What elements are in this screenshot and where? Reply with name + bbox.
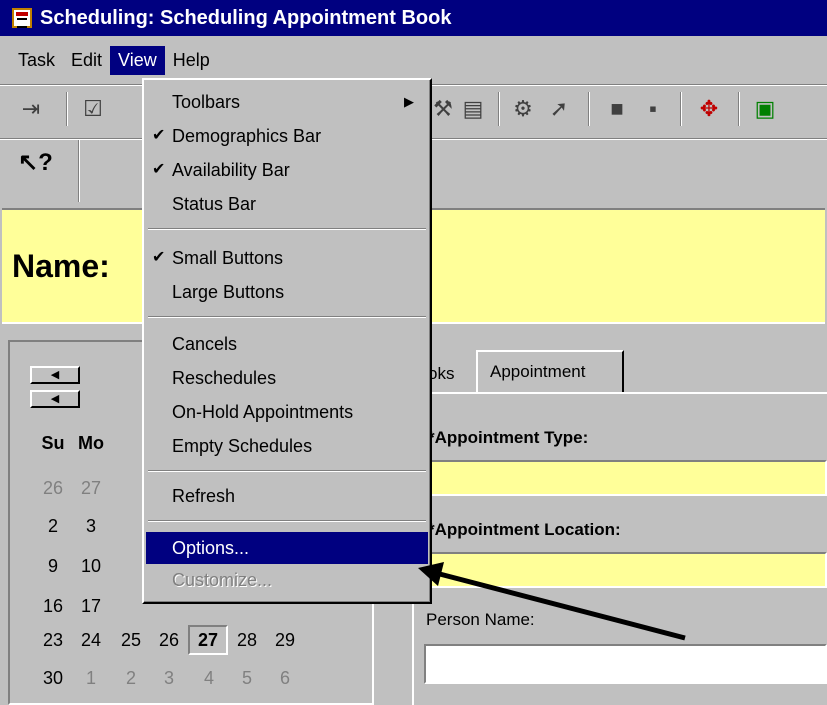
toolbar-separator: [680, 92, 682, 126]
menu-bar: Task Edit View Help: [0, 42, 218, 78]
day-of-week-monday: Mo: [78, 433, 104, 453]
menu-task[interactable]: Task: [0, 46, 63, 75]
checkmark-icon: ✔: [152, 161, 166, 178]
calendar-day[interactable]: 9: [36, 556, 70, 577]
checkmark-icon: ✔: [152, 249, 166, 266]
window-title: Scheduling: Scheduling Appointment Book: [40, 6, 452, 29]
menu-item-toolbars[interactable]: Toolbars ▶: [146, 86, 428, 118]
annotation-arrow-icon: [418, 562, 686, 641]
menu-item-availability-bar[interactable]: ✔ Availability Bar: [146, 154, 428, 186]
menu-item-status-bar[interactable]: Status Bar: [146, 188, 428, 220]
calendar-day[interactable]: 24: [74, 630, 108, 651]
menu-separator: [148, 520, 426, 522]
calendar-day[interactable]: 30: [36, 668, 70, 689]
calendar-day[interactable]: 26: [36, 478, 70, 499]
calendar-day[interactable]: 2: [36, 516, 70, 537]
person-name-field[interactable]: [424, 644, 827, 684]
calendar-day[interactable]: 17: [74, 596, 108, 617]
title-bar[interactable]: Scheduling: Scheduling Appointment Book: [0, 0, 827, 36]
submenu-arrow-icon: ▶: [404, 94, 414, 109]
menu-help[interactable]: Help: [165, 46, 218, 75]
calendar-day[interactable]: 28: [230, 630, 264, 651]
calendar-day[interactable]: 23: [36, 630, 70, 651]
tool-icon[interactable]: ⚒: [430, 96, 456, 122]
calendar-day[interactable]: 2: [114, 668, 148, 689]
menu-item-refresh[interactable]: Refresh: [146, 480, 428, 512]
checklist-icon[interactable]: ☑: [80, 96, 106, 122]
calendar-day[interactable]: 10: [74, 556, 108, 577]
menu-item-on-hold-appointments[interactable]: On-Hold Appointments: [146, 396, 428, 428]
calendar-refresh-icon[interactable]: ▣: [752, 96, 778, 122]
day-of-week-sunday: Su: [41, 433, 65, 453]
application-window: Scheduling: Scheduling Appointment Book …: [0, 0, 827, 705]
menu-item-small-buttons[interactable]: ✔ Small Buttons: [146, 242, 428, 274]
menu-view[interactable]: View: [110, 45, 165, 75]
menu-item-reschedules[interactable]: Reschedules: [146, 362, 428, 394]
calendar-day[interactable]: 4: [192, 668, 226, 689]
name-label: Name:: [12, 248, 110, 284]
menu-edit[interactable]: Edit: [63, 46, 110, 75]
menu-separator: [148, 470, 426, 472]
context-help-icon[interactable]: ↖?: [18, 148, 53, 178]
prev-month-button[interactable]: ◀: [30, 390, 80, 408]
lock-icon[interactable]: ■: [604, 96, 630, 122]
calendar-day[interactable]: 26: [152, 630, 186, 651]
calendar-day[interactable]: 3: [74, 516, 108, 537]
calendar-day[interactable]: 27: [74, 478, 108, 499]
menu-item-customize: Customize...: [172, 570, 273, 590]
refresh-arrows-icon[interactable]: ✥: [696, 96, 722, 122]
menu-item-large-buttons[interactable]: Large Buttons: [146, 276, 428, 308]
calendar-app-icon: [12, 8, 32, 28]
toolbar-separator: [78, 140, 80, 202]
menu-separator: [148, 316, 426, 318]
document-tool-icon[interactable]: ▤: [460, 96, 486, 122]
toolbar-separator: [738, 92, 740, 126]
menu-item-demographics-bar[interactable]: ✔ Demographics Bar: [146, 120, 428, 152]
menu-separator: [148, 228, 426, 230]
unlock-icon[interactable]: ▪: [640, 96, 666, 122]
toolbar-separator: [498, 92, 500, 126]
toolbar-separator: [66, 92, 68, 126]
calendar-day[interactable]: 6: [268, 668, 302, 689]
calendar-day[interactable]: 25: [114, 630, 148, 651]
calendar-day[interactable]: 5: [230, 668, 264, 689]
appointment-type-label: *Appointment Type:: [428, 428, 589, 447]
toolbar-separator: [588, 92, 590, 126]
prev-year-button[interactable]: ◀: [30, 366, 80, 384]
menu-item-cancels[interactable]: Cancels: [146, 328, 428, 360]
appointment-type-field[interactable]: [426, 460, 827, 496]
menu-item-options[interactable]: Options...: [146, 532, 428, 564]
calendar-day[interactable]: 1: [74, 668, 108, 689]
checkmark-icon: ✔: [152, 127, 166, 144]
calendar-day-today[interactable]: 27: [188, 625, 228, 655]
appointment-location-label: *Appointment Location:: [428, 520, 621, 539]
pointer-icon[interactable]: ➚: [546, 96, 572, 122]
calendar-day[interactable]: 16: [36, 596, 70, 617]
calendar-day[interactable]: 3: [152, 668, 186, 689]
menu-item-empty-schedules[interactable]: Empty Schedules: [146, 430, 428, 462]
view-menu-dropdown: Toolbars ▶ ✔ Demographics Bar ✔ Availabi…: [142, 78, 432, 604]
calendar-day[interactable]: 29: [268, 630, 302, 651]
tab-appointment[interactable]: Appointment: [476, 350, 624, 394]
gear-icon[interactable]: ⚙: [510, 96, 536, 122]
exit-icon[interactable]: ⇥: [18, 96, 44, 122]
